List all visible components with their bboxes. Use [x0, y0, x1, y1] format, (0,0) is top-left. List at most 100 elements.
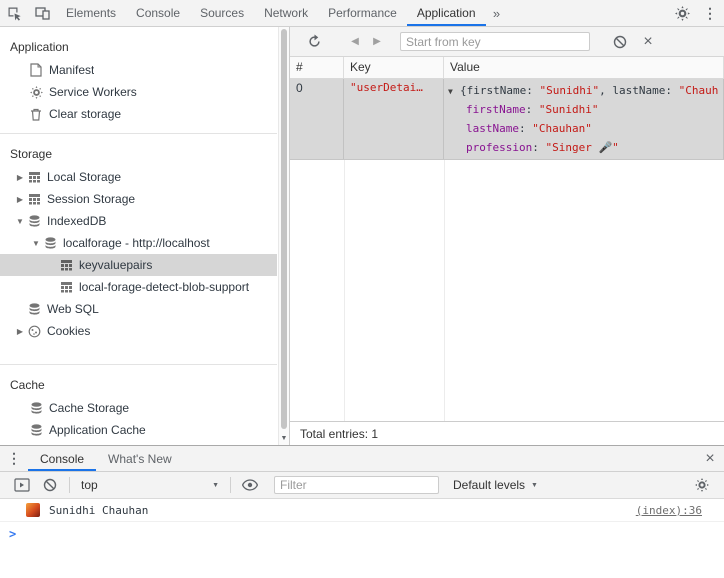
chevron-down-icon[interactable]: ▼ — [30, 239, 42, 248]
sidebar-item-label: Cache Storage — [49, 401, 130, 415]
chevron-right-icon[interactable]: ▶ — [14, 173, 26, 182]
eye-icon[interactable] — [236, 479, 264, 491]
row-key: "userDetai… — [344, 79, 444, 159]
tab-elements[interactable]: Elements — [56, 0, 126, 26]
total-entries-text: Total entries: 1 — [300, 426, 379, 441]
sidebar-item-application-cache[interactable]: Application Cache — [0, 419, 277, 441]
cookie-icon — [26, 325, 42, 338]
sidebar-item-label: Local Storage — [47, 170, 122, 184]
sidebar-item-cache-storage[interactable]: Cache Storage — [0, 397, 277, 419]
sidebar-item-label: localforage - http://localhost — [63, 236, 210, 250]
log-levels-selector[interactable]: Default levels ▼ — [453, 478, 538, 492]
trash-icon — [28, 108, 44, 121]
page-back-icon[interactable]: ◀ — [344, 36, 366, 47]
column-header-index: # — [290, 57, 344, 78]
section-application: Application — [10, 40, 69, 54]
sidebar-item-label: IndexedDB — [47, 214, 107, 228]
message-avatar — [26, 503, 40, 517]
console-settings-gear-icon[interactable] — [688, 478, 716, 492]
context-selector[interactable]: top ▼ — [75, 478, 225, 492]
application-sidebar: Application Manifest Service Workers Cle… — [0, 27, 290, 445]
chevron-down-icon: ▼ — [531, 481, 538, 489]
sidebar-item-local-storage[interactable]: ▶ Local Storage — [0, 166, 277, 188]
devtools-tabbar: Elements Console Sources Network Perform… — [0, 0, 724, 27]
devtools-window: Elements Console Sources Network Perform… — [0, 0, 724, 578]
clear-object-store-icon[interactable] — [606, 35, 634, 49]
database-icon — [28, 423, 44, 437]
section-storage: Storage — [10, 147, 53, 161]
main-area: Application Manifest Service Workers Cle… — [0, 27, 724, 445]
sidebar-item-label: Web SQL — [47, 302, 99, 316]
sidebar-item-label: local-forage-detect-blob-support — [79, 280, 250, 294]
section-cache: Cache — [10, 378, 45, 392]
section-divider — [0, 364, 277, 365]
console-message: Sunidhi Chauhan (index):36 — [0, 499, 724, 522]
console-prompt-icon: > — [9, 526, 17, 541]
database-icon — [28, 401, 44, 415]
row-index: 0 — [290, 79, 344, 159]
sidebar-item-indexeddb[interactable]: ▼ IndexedDB — [0, 210, 277, 232]
sidebar-item-clear-storage[interactable]: Clear storage — [0, 103, 277, 125]
chevron-right-icon[interactable]: ▶ — [14, 195, 26, 204]
datagrid-body: 0 "userDetai… ▼ {firstName: "Sunidhi", la… — [290, 79, 724, 421]
database-icon — [26, 214, 42, 228]
indexeddb-data-pane: ◀ ▶ × # Key Value — [290, 27, 724, 445]
sidebar-item-label: Cookies — [47, 324, 91, 338]
table-icon — [58, 281, 74, 293]
column-header-key: Key — [344, 57, 444, 78]
device-toolbar-icon[interactable] — [28, 0, 56, 26]
datagrid-header: # Key Value — [290, 57, 724, 79]
drawer-tab-whats-new[interactable]: What's New — [96, 446, 184, 471]
sidebar-scrollbar[interactable]: ▼ — [278, 27, 289, 445]
sidebar-item-keyvaluepairs[interactable]: keyvaluepairs — [0, 254, 277, 276]
delete-selected-icon[interactable]: × — [634, 33, 662, 51]
log-levels-value: Default levels — [453, 478, 526, 492]
chevron-right-icon[interactable]: ▶ — [14, 327, 26, 336]
column-header-value: Value — [444, 57, 724, 78]
scroll-down-button[interactable]: ▼ — [279, 431, 289, 445]
sidebar-item-session-storage[interactable]: ▶ Session Storage — [0, 188, 277, 210]
scrollbar-thumb[interactable] — [281, 29, 287, 429]
drawer-kebab-menu-icon[interactable]: ⋮ — [0, 446, 28, 471]
object-preview: ▼ {firstName: "Sunidhi", lastName: "Chauh… — [448, 81, 719, 100]
sidebar-item-label: Application Cache — [49, 423, 146, 437]
tab-application[interactable]: Application — [407, 0, 486, 26]
inspect-icon[interactable] — [0, 0, 28, 26]
sidebar-item-localforage[interactable]: ▼ localforage - http://localhost — [0, 232, 277, 254]
start-from-key-input[interactable] — [400, 32, 590, 51]
console-filter-input[interactable] — [274, 476, 439, 494]
indexeddb-toolbar: ◀ ▶ × — [290, 27, 724, 57]
console-drawer: ⋮ Console What's New × top ▼ Filter Defa… — [0, 445, 724, 578]
sidebar-item-label: Manifest — [49, 63, 95, 77]
settings-gear-icon[interactable] — [668, 0, 696, 26]
sidebar-item-service-workers[interactable]: Service Workers — [0, 81, 277, 103]
object-property: lastName: "Chauhan" — [466, 122, 592, 135]
more-tabs-icon[interactable]: » — [486, 0, 508, 26]
total-entries-status: Total entries: 1 — [290, 421, 724, 445]
refresh-icon[interactable] — [300, 34, 328, 49]
console-message-text: Sunidhi Chauhan — [49, 503, 149, 517]
sidebar-item-web-sql[interactable]: Web SQL — [0, 298, 277, 320]
sidebar-item-manifest[interactable]: Manifest — [0, 59, 277, 81]
tab-sources[interactable]: Sources — [190, 0, 254, 26]
console-prompt[interactable]: > — [0, 522, 724, 545]
clear-console-icon[interactable] — [36, 478, 64, 492]
tab-performance[interactable]: Performance — [318, 0, 407, 26]
chevron-down-icon[interactable]: ▼ — [14, 217, 26, 226]
tab-network[interactable]: Network — [254, 0, 318, 26]
kebab-menu-icon[interactable]: ⋮ — [696, 0, 724, 26]
tab-console[interactable]: Console — [126, 0, 190, 26]
console-sidebar-toggle-icon[interactable] — [8, 478, 36, 492]
page-forward-icon[interactable]: ▶ — [366, 36, 388, 47]
database-icon — [42, 236, 58, 250]
console-message-source-link[interactable]: (index):36 — [636, 504, 702, 517]
sidebar-item-blob-support[interactable]: local-forage-detect-blob-support — [0, 276, 277, 298]
drawer-close-icon[interactable]: × — [696, 446, 724, 471]
object-property: profession: "Singer 🎤" — [466, 141, 619, 154]
sidebar-item-cookies[interactable]: ▶ Cookies — [0, 320, 277, 342]
table-row[interactable]: 0 "userDetai… ▼ {firstName: "Sunidhi", la… — [290, 79, 724, 160]
sidebar-item-label: keyvaluepairs — [79, 258, 153, 272]
chevron-down-icon[interactable]: ▼ — [448, 82, 460, 100]
drawer-tab-console[interactable]: Console — [28, 446, 96, 471]
section-divider — [0, 133, 277, 134]
